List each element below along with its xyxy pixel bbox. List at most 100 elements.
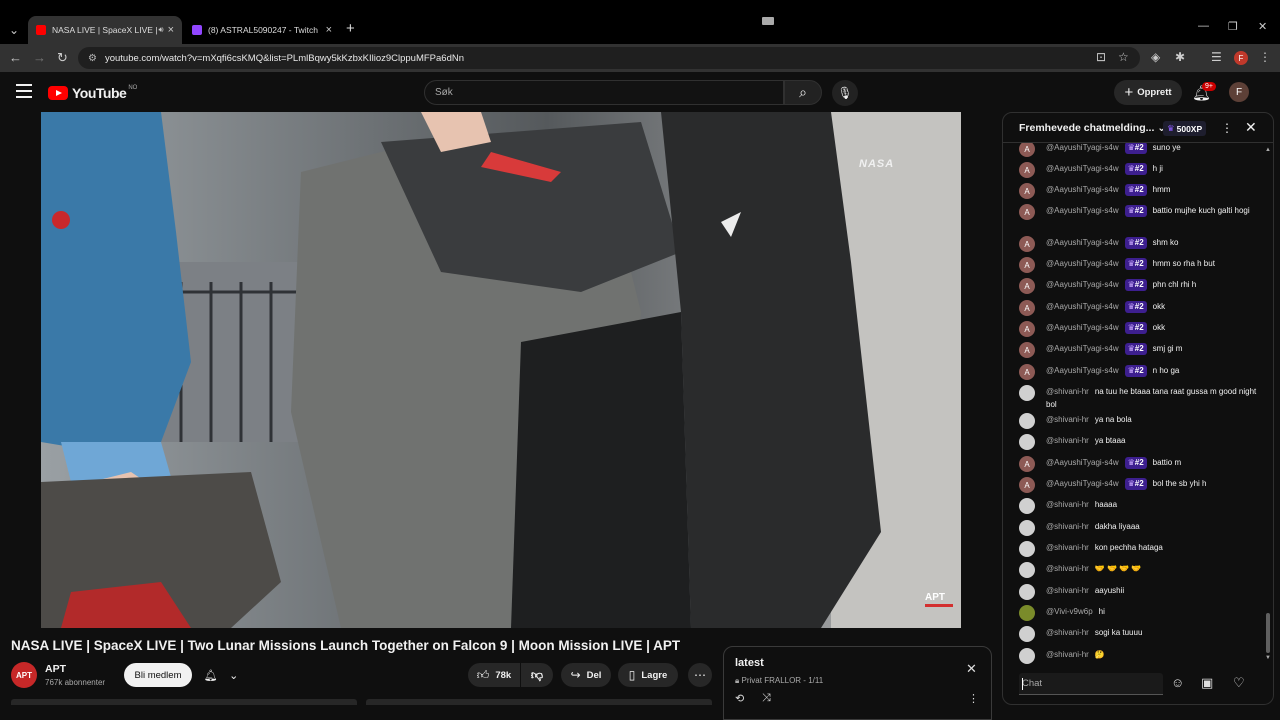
scroll-up-icon[interactable]: ▲ bbox=[1265, 147, 1271, 153]
chat-avatar[interactable] bbox=[1019, 584, 1035, 600]
chat-username[interactable]: @AayushiTyagi-s4w bbox=[1046, 206, 1119, 215]
maximize-icon[interactable]: ❐ bbox=[1228, 20, 1238, 33]
chat-username[interactable]: @AayushiTyagi-s4w bbox=[1046, 143, 1119, 152]
chat-avatar[interactable] bbox=[1019, 626, 1035, 642]
close-playlist-icon[interactable]: ✕ bbox=[966, 661, 977, 677]
new-tab-icon[interactable]: + bbox=[346, 20, 355, 37]
chat-avatar[interactable]: A bbox=[1019, 300, 1035, 316]
chat-avatar[interactable]: A bbox=[1019, 183, 1035, 199]
chat-scrollbar[interactable]: ▲ ▼ bbox=[1265, 147, 1271, 663]
chat-avatar[interactable]: A bbox=[1019, 456, 1035, 472]
playlist-title[interactable]: latest bbox=[735, 657, 764, 669]
channel-watermark[interactable]: APT bbox=[925, 592, 953, 607]
playlist-menu-icon[interactable]: ⋮ bbox=[968, 692, 979, 705]
voice-search-button[interactable]: 🎙︎ bbox=[832, 80, 858, 106]
chat-username[interactable]: @AayushiTyagi-s4w bbox=[1046, 323, 1119, 332]
chat-avatar[interactable]: A bbox=[1019, 143, 1035, 157]
channel-name[interactable]: APT bbox=[45, 663, 66, 675]
chat-avatar[interactable] bbox=[1019, 541, 1035, 557]
close-window-icon[interactable]: ✕ bbox=[1258, 20, 1267, 33]
close-tab-icon[interactable]: × bbox=[326, 24, 332, 36]
forward-icon[interactable]: → bbox=[33, 50, 46, 65]
chat-avatar[interactable] bbox=[1019, 413, 1035, 429]
browser-profile-avatar[interactable]: F bbox=[1234, 51, 1248, 65]
chat-username[interactable]: @shivani-hr bbox=[1046, 628, 1089, 637]
chat-username[interactable]: @AayushiTyagi-s4w bbox=[1046, 458, 1119, 467]
tab-twitch[interactable]: (8) ASTRAL5090247 - Twitch × bbox=[184, 16, 340, 44]
more-actions-button[interactable]: ⋯ bbox=[688, 663, 712, 687]
loop-icon[interactable]: ⟲ bbox=[735, 692, 744, 705]
chat-input[interactable]: Chat bbox=[1019, 673, 1163, 695]
share-button[interactable]: ↪ Del bbox=[561, 663, 611, 687]
chat-avatar[interactable] bbox=[1019, 520, 1035, 536]
chrome-menu-icon[interactable]: ⋮ bbox=[1259, 50, 1271, 64]
heart-icon[interactable]: ♡ bbox=[1233, 675, 1245, 691]
dislike-button[interactable]: 👎︎ bbox=[521, 663, 553, 687]
chat-username[interactable]: @shivani-hr bbox=[1046, 564, 1089, 573]
chat-avatar[interactable]: A bbox=[1019, 364, 1035, 380]
chat-username[interactable]: @shivani-hr bbox=[1046, 415, 1089, 424]
keyboard-icon[interactable] bbox=[762, 17, 774, 25]
chat-avatar[interactable] bbox=[1019, 562, 1035, 578]
chat-username[interactable]: @shivani-hr bbox=[1046, 650, 1089, 659]
chat-avatar[interactable] bbox=[1019, 648, 1035, 664]
extension-icon[interactable]: ◈ bbox=[1151, 50, 1160, 64]
tab-search-icon[interactable]: ⌄ bbox=[4, 20, 24, 40]
chat-avatar[interactable]: A bbox=[1019, 321, 1035, 337]
emoji-icon[interactable]: ☺ bbox=[1171, 675, 1184, 690]
chat-username[interactable]: @AayushiTyagi-s4w bbox=[1046, 238, 1119, 247]
chat-username[interactable]: @AayushiTyagi-s4w bbox=[1046, 280, 1119, 289]
url-field[interactable]: ⚙ youtube.com/watch?v=mXqfi6csKMQ&list=P… bbox=[78, 47, 1140, 69]
chat-username[interactable]: @shivani-hr bbox=[1046, 586, 1089, 595]
chat-avatar[interactable]: A bbox=[1019, 236, 1035, 252]
search-button[interactable]: ⌕ bbox=[784, 80, 822, 105]
create-button[interactable]: + Opprett bbox=[1114, 80, 1182, 105]
chat-username[interactable]: @AayushiTyagi-s4w bbox=[1046, 164, 1119, 173]
chat-avatar[interactable]: A bbox=[1019, 477, 1035, 493]
chat-mode-dropdown[interactable]: Fremhevede chatmelding... ⌄ bbox=[1019, 122, 1166, 134]
like-button[interactable]: 👍︎ 78k bbox=[468, 663, 520, 687]
chat-username[interactable]: @AayushiTyagi-s4w bbox=[1046, 479, 1119, 488]
scroll-thumb[interactable] bbox=[1266, 613, 1270, 653]
chat-username[interactable]: @shivani-hr bbox=[1046, 387, 1089, 396]
bookmark-star-icon[interactable]: ☆ bbox=[1118, 50, 1129, 64]
chat-avatar[interactable] bbox=[1019, 385, 1035, 401]
chat-message-list[interactable]: A @AayushiTyagi-s4w ♛#2 suno ye A @AayushiTya… bbox=[1003, 143, 1265, 665]
chat-menu-icon[interactable]: ⋮ bbox=[1221, 121, 1233, 135]
reload-icon[interactable]: ↻ bbox=[57, 50, 68, 66]
extensions-puzzle-icon[interactable]: ✱ bbox=[1175, 50, 1185, 64]
shuffle-icon[interactable]: ⤨ bbox=[762, 692, 771, 705]
chat-username[interactable]: @shivani-hr bbox=[1046, 500, 1089, 509]
join-button[interactable]: Bli medlem bbox=[124, 663, 192, 687]
xp-badge[interactable]: ♛ 500XP bbox=[1163, 121, 1207, 136]
chat-username[interactable]: @AayushiTyagi-s4w bbox=[1046, 185, 1119, 194]
chat-avatar[interactable]: A bbox=[1019, 204, 1035, 220]
chat-avatar[interactable]: A bbox=[1019, 162, 1035, 178]
chat-username[interactable]: @Vivi-v9w6p bbox=[1046, 607, 1093, 616]
channel-avatar[interactable]: APT bbox=[11, 662, 37, 688]
chat-avatar[interactable] bbox=[1019, 498, 1035, 514]
save-button[interactable]: ▯ Lagre bbox=[618, 663, 678, 687]
close-tab-icon[interactable]: × bbox=[168, 24, 174, 36]
chat-avatar[interactable] bbox=[1019, 434, 1035, 450]
chat-username[interactable]: @AayushiTyagi-s4w bbox=[1046, 344, 1119, 353]
search-input[interactable]: Søk bbox=[424, 80, 784, 105]
chat-username[interactable]: @shivani-hr bbox=[1046, 436, 1089, 445]
chat-avatar[interactable] bbox=[1019, 605, 1035, 621]
site-info-icon[interactable]: ⚙ bbox=[88, 53, 97, 64]
reading-list-icon[interactable]: ☰ bbox=[1211, 50, 1222, 64]
menu-icon[interactable] bbox=[16, 84, 32, 98]
chat-username[interactable]: @shivani-hr bbox=[1046, 522, 1089, 531]
scroll-down-icon[interactable]: ▼ bbox=[1265, 655, 1271, 661]
super-chat-icon[interactable]: ▣ bbox=[1201, 675, 1213, 691]
speaker-icon[interactable]: 🔊︎ bbox=[159, 25, 164, 35]
chat-username[interactable]: @AayushiTyagi-s4w bbox=[1046, 302, 1119, 311]
install-app-icon[interactable]: ⊡ bbox=[1096, 50, 1106, 64]
chat-avatar[interactable]: A bbox=[1019, 342, 1035, 358]
notification-settings-button[interactable]: 🔔︎ ⌄ bbox=[198, 663, 244, 687]
video-player[interactable]: NASA bbox=[41, 112, 961, 628]
close-chat-icon[interactable]: ✕ bbox=[1245, 119, 1257, 136]
chat-username[interactable]: @AayushiTyagi-s4w bbox=[1046, 259, 1119, 268]
minimize-icon[interactable]: — bbox=[1198, 20, 1209, 32]
chat-username[interactable]: @AayushiTyagi-s4w bbox=[1046, 366, 1119, 375]
